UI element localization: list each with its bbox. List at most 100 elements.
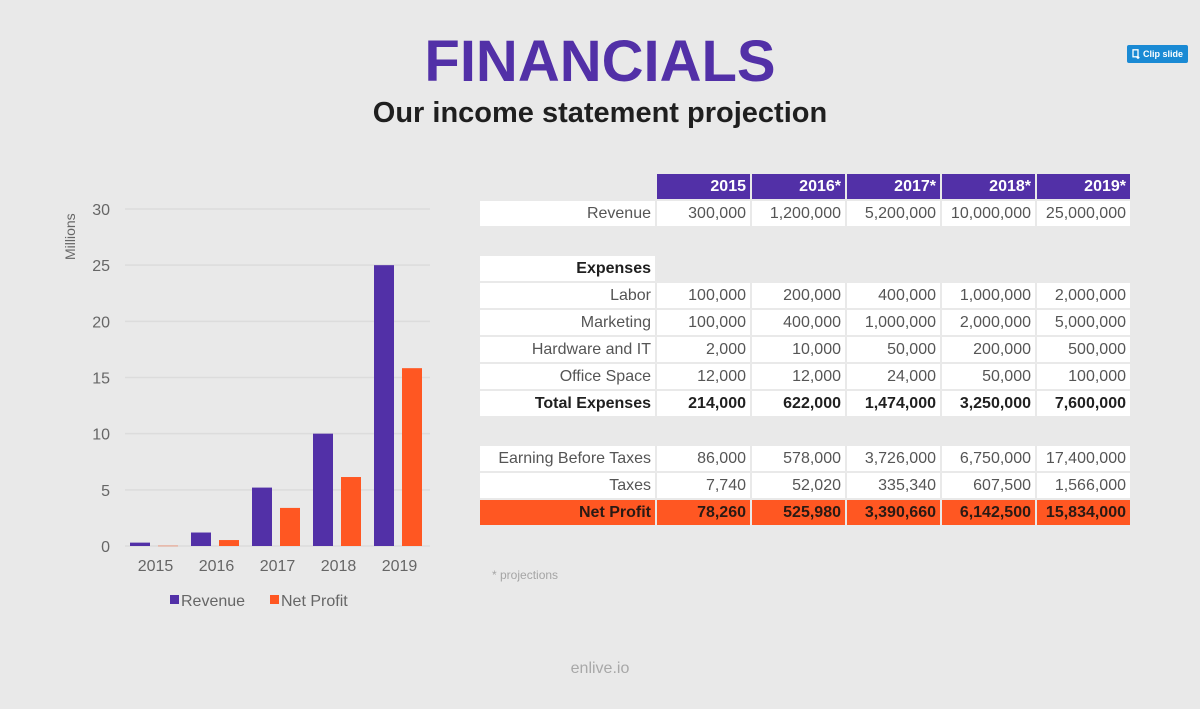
row-label: Hardware and IT <box>480 337 655 362</box>
slide-subtitle: Our income statement projection <box>372 97 828 129</box>
table-row-net-profit: Net Profit 78,260 525,980 3,390,660 6,14… <box>480 500 1130 525</box>
bar-net-profit <box>219 540 239 546</box>
cell-value: 100,000 <box>657 283 750 308</box>
table-row-labor: Labor 100,000 200,000 400,000 1,000,000 … <box>480 283 1130 308</box>
cell-value: 5,000,000 <box>1037 310 1130 335</box>
bar-revenue <box>313 433 333 546</box>
bar-net-profit <box>341 477 361 546</box>
table-row-total-expenses: Total Expenses 214,000 622,000 1,474,000… <box>480 391 1130 416</box>
cell-value: 7,740 <box>657 473 750 498</box>
cell-value: 78,260 <box>657 500 750 525</box>
cell-value: 607,500 <box>942 473 1035 498</box>
table-row-revenue: Revenue 300,000 1,200,000 5,200,000 10,0… <box>480 201 1130 226</box>
cell-value: 1,000,000 <box>847 310 940 335</box>
bar-net-profit <box>158 545 178 547</box>
legend-swatch <box>170 595 179 604</box>
header-year: 2017* <box>847 174 940 199</box>
cell-value: 1,566,000 <box>1037 473 1130 498</box>
cell-value: 622,000 <box>752 391 845 416</box>
bar-revenue <box>374 265 394 546</box>
bar-revenue <box>252 487 272 546</box>
y-tick-label: 25 <box>92 258 110 275</box>
table-row-expenses-header: Expenses <box>480 256 1130 281</box>
y-tick-label: 5 <box>101 483 110 500</box>
cell-value: 25,000,000 <box>1037 201 1130 226</box>
header-year: 2019* <box>1037 174 1130 199</box>
bar-revenue <box>191 532 211 546</box>
table-row-office-space: Office Space 12,000 12,000 24,000 50,000… <box>480 364 1130 389</box>
x-tick-label: 2019 <box>382 558 418 575</box>
y-tick-label: 20 <box>92 314 110 331</box>
x-tick-label: 2018 <box>321 558 357 575</box>
cell-value: 10,000,000 <box>942 201 1035 226</box>
cell-value: 50,000 <box>847 337 940 362</box>
cell-value: 578,000 <box>752 446 845 471</box>
row-label: Total Expenses <box>480 391 655 416</box>
spacer-row <box>480 228 1130 254</box>
clip-slide-label: Clip slide <box>1142 49 1183 59</box>
row-label: Marketing <box>480 310 655 335</box>
cell-value: 12,000 <box>657 364 750 389</box>
cell-value: 12,000 <box>752 364 845 389</box>
cell-value: 5,200,000 <box>847 201 940 226</box>
cell-value: 1,474,000 <box>847 391 940 416</box>
y-tick-label: 10 <box>92 427 110 444</box>
table-row-marketing: Marketing 100,000 400,000 1,000,000 2,00… <box>480 310 1130 335</box>
row-label: Revenue <box>480 201 655 226</box>
footnote: * projections <box>492 568 559 582</box>
cell-value: 2,000,000 <box>942 310 1035 335</box>
cell-value: 500,000 <box>1037 337 1130 362</box>
row-label: Earning Before Taxes <box>480 446 655 471</box>
cell-value: 7,600,000 <box>1037 391 1130 416</box>
income-statement-table: 2015 2016* 2017* 2018* 2019* Revenue 300… <box>478 172 1132 527</box>
cell-value: 1,200,000 <box>752 201 845 226</box>
brand-footer: enlive.io <box>570 660 630 677</box>
x-tick-label: 2015 <box>138 558 174 575</box>
cell-value: 52,020 <box>752 473 845 498</box>
cell-value: 2,000 <box>657 337 750 362</box>
cell-value: 3,726,000 <box>847 446 940 471</box>
cell-value: 214,000 <box>657 391 750 416</box>
cell-value: 17,400,000 <box>1037 446 1130 471</box>
cell-value: 200,000 <box>942 337 1035 362</box>
row-label: Net Profit <box>480 500 655 525</box>
header-empty <box>480 174 655 199</box>
cell-value: 100,000 <box>1037 364 1130 389</box>
cell-value: 15,834,000 <box>1037 500 1130 525</box>
spacer-row <box>480 418 1130 444</box>
x-tick-label: 2016 <box>199 558 235 575</box>
cell-value: 1,000,000 <box>942 283 1035 308</box>
header-year: 2016* <box>752 174 845 199</box>
row-label: Office Space <box>480 364 655 389</box>
bar-net-profit <box>280 507 300 546</box>
section-label: Expenses <box>480 256 655 281</box>
slide-title: FINANCIALS <box>424 29 776 94</box>
legend-swatch <box>270 595 279 604</box>
y-tick-label: 15 <box>92 371 110 388</box>
legend-label: Revenue <box>181 593 245 610</box>
cell-value: 100,000 <box>657 310 750 335</box>
cell-value: 300,000 <box>657 201 750 226</box>
cell-value: 525,980 <box>752 500 845 525</box>
table-row-hardware: Hardware and IT 2,000 10,000 50,000 200,… <box>480 337 1130 362</box>
cell-value: 400,000 <box>847 283 940 308</box>
cell-value: 6,750,000 <box>942 446 1035 471</box>
bar-revenue <box>130 542 150 546</box>
bar-chart: 0 5 10 15 20 25 30 2015 2016 2017 2018 2019 Revenue N… <box>92 202 430 610</box>
cell-value: 3,250,000 <box>942 391 1035 416</box>
bar-net-profit <box>402 368 422 546</box>
y-tick-label: 30 <box>92 202 110 219</box>
cell-value: 3,390,660 <box>847 500 940 525</box>
header-year: 2015 <box>657 174 750 199</box>
cell-value: 10,000 <box>752 337 845 362</box>
cell-value: 86,000 <box>657 446 750 471</box>
table-header-row: 2015 2016* 2017* 2018* 2019* <box>480 174 1130 199</box>
row-label: Taxes <box>480 473 655 498</box>
cell-value: 400,000 <box>752 310 845 335</box>
cell-value: 335,340 <box>847 473 940 498</box>
table-row-taxes: Taxes 7,740 52,020 335,340 607,500 1,566… <box>480 473 1130 498</box>
clip-slide-button[interactable]: Clip slide <box>1127 45 1188 63</box>
x-tick-label: 2017 <box>260 558 296 575</box>
header-year: 2018* <box>942 174 1035 199</box>
cell-value: 6,142,500 <box>942 500 1035 525</box>
